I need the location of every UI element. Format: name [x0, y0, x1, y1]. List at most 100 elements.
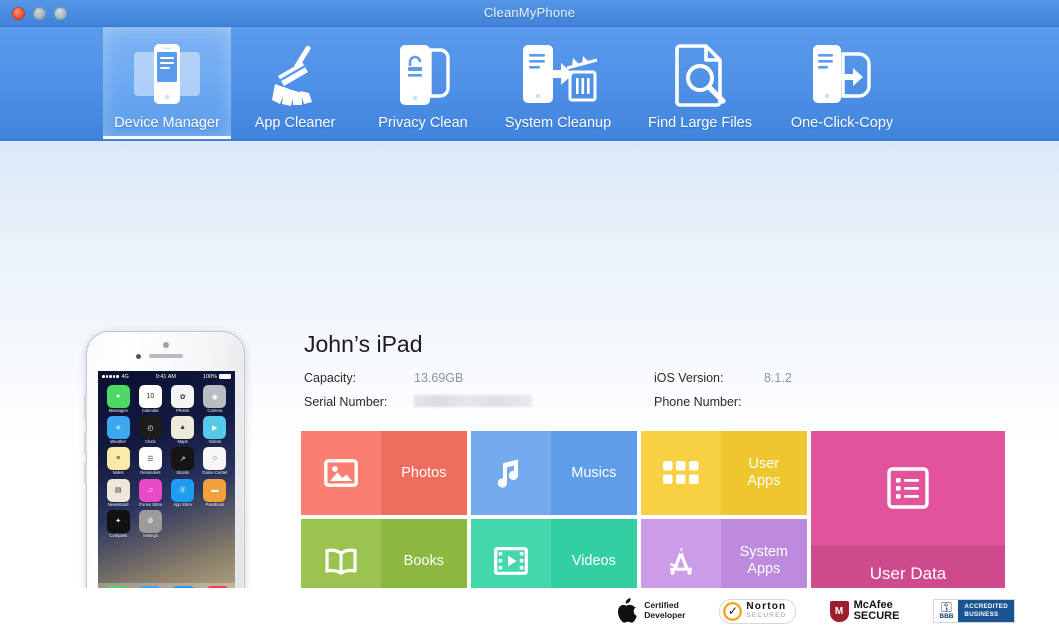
tile-musics[interactable]: Musics	[471, 431, 637, 515]
info-cell-serial-number: Serial Number:	[304, 395, 654, 409]
app-window: CleanMyPhone Device Manager App Cleaner …	[0, 0, 1059, 634]
two-phones-icon	[130, 35, 204, 115]
info-cell-capacity: Capacity: 13.69GB	[304, 371, 654, 385]
info-label: Capacity:	[304, 371, 357, 385]
ios-status-bar: 4G 9:41 AM 100%	[98, 371, 235, 382]
badge-bbb-accredited-business: ⚿ BBB ACCREDITED BUSINESS	[933, 598, 1015, 624]
battery-label: 100%	[202, 373, 217, 380]
info-label: iOS Version:	[654, 371, 724, 385]
tab-privacy-clean[interactable]: Privacy Clean	[359, 27, 487, 139]
badge-norton-secured: ✓ Norton SECURED	[719, 598, 796, 624]
home-app-icon: ↗ Stocks	[170, 447, 196, 475]
home-app-icon: ▤ Newsstand	[105, 478, 131, 507]
home-app-icon: ♫ iTunes Store	[137, 478, 163, 507]
home-app-icon: ☰ Reminders	[137, 447, 163, 475]
badge-text: Norton SECURED	[746, 602, 786, 619]
home-app-icon: ▲ Maps	[170, 416, 196, 444]
badge-line2: Developer	[644, 610, 686, 620]
home-app-icon: ▶ Videos	[202, 416, 228, 444]
window-title: CleanMyPhone	[483, 5, 576, 20]
app-grid-icon	[641, 431, 721, 515]
bbb-torch-icon: ⚿ BBB	[934, 599, 959, 623]
main-toolbar: Device Manager App Cleaner Privacy Clean…	[0, 27, 1059, 141]
info-label: Phone Number:	[654, 395, 742, 409]
badge-text: Certified Developer	[644, 600, 686, 621]
volume-up-button	[84, 432, 87, 454]
home-app-icon: ✦ Compass	[105, 509, 131, 538]
clock-label: 9:41 AM	[155, 373, 176, 380]
tab-label: System Cleanup	[504, 115, 612, 131]
content-area: 4G 9:41 AM 100% ● Messages 10 Calendar ✿ Phot…	[0, 141, 1059, 634]
home-app-icon: ◉ Camera	[202, 385, 228, 413]
home-app-icon: 10 Calendar	[137, 385, 163, 413]
tab-label: Privacy Clean	[378, 115, 468, 131]
volume-down-button	[84, 462, 87, 484]
tile-user-data[interactable]: User Data	[811, 431, 1005, 603]
badge-mcafee-secure: M McAfee SECURE	[829, 599, 900, 622]
info-cell-phone-number: Phone Number:	[654, 395, 1004, 409]
home-app-icon: ◴ Clock	[137, 416, 163, 444]
tile-label: Musics	[550, 431, 637, 515]
tab-find-large-files[interactable]: Find Large Files	[629, 27, 771, 139]
tab-label: Find Large Files	[648, 115, 752, 131]
tile-label: Photos	[380, 431, 467, 515]
image-icon	[301, 431, 381, 515]
tab-label: App Cleaner	[254, 115, 336, 131]
serial-number-redacted	[414, 395, 532, 407]
trust-badges: Certified Developer ✓ Norton SECURED M M…	[0, 588, 1059, 634]
tab-one-click-copy[interactable]: One-Click-Copy	[771, 27, 913, 139]
tab-app-cleaner[interactable]: App Cleaner	[231, 27, 359, 139]
device-screen: 4G 9:41 AM 100% ● Messages 10 Calendar ✿ Phot…	[98, 371, 235, 615]
badge-mark: BBB	[939, 613, 954, 621]
music-note-icon	[471, 431, 551, 515]
broom-icon	[258, 35, 332, 115]
signal-icon: 4G	[102, 374, 129, 380]
phone-trash-icon	[515, 35, 601, 115]
badge-text: ACCREDITED BUSINESS	[958, 599, 1014, 623]
phone-lock-icon	[386, 35, 460, 115]
tile-label: User Apps	[720, 431, 807, 515]
file-magnifier-icon	[663, 35, 737, 115]
list-icon	[811, 431, 1005, 545]
tab-system-cleanup[interactable]: System Cleanup	[487, 27, 629, 139]
info-row: Capacity: 13.69GB iOS Version: 8.1.2	[304, 371, 1004, 385]
tab-device-manager[interactable]: Device Manager	[103, 27, 231, 139]
home-app-icon: ✿ Photos	[170, 385, 196, 413]
home-app-icon: ○ Game Center	[202, 447, 228, 475]
device-name: John’s iPad	[304, 331, 423, 357]
carrier-label: 4G	[121, 373, 129, 380]
phone-transfer-icon	[805, 35, 879, 115]
device-info-table: Capacity: 13.69GB iOS Version: 8.1.2 Ser…	[304, 371, 1004, 419]
badge-line2: SECURE	[853, 610, 900, 622]
checkmark-icon: ✓	[723, 601, 743, 621]
home-app-icon: ⚙ Settings	[137, 509, 163, 538]
badge-line2: SECURED	[746, 611, 787, 619]
badge-text: McAfee SECURE	[853, 599, 900, 622]
badge-line2: BUSINESS	[964, 611, 999, 618]
tab-label: One-Click-Copy	[790, 115, 894, 131]
apple-logo-icon	[618, 598, 637, 623]
proximity-sensor-icon	[162, 342, 169, 348]
badge-apple-certified-developer: Certified Developer	[616, 598, 685, 624]
home-screen-app-grid: ● Messages 10 Calendar ✿ Photos ◉ Camera ☀ Weathe…	[98, 382, 235, 538]
tab-label: Device Manager	[114, 115, 220, 131]
category-tiles: Photos Musics User Apps Books Videos Sys…	[301, 431, 1005, 603]
info-cell-ios-version: iOS Version: 8.1.2	[654, 371, 1004, 385]
home-app-icon: ≡ Notes	[105, 447, 131, 475]
info-value: 13.69GB	[414, 371, 464, 385]
info-value: 8.1.2	[764, 371, 792, 385]
earpiece-speaker	[148, 354, 183, 358]
info-row: Serial Number: Phone Number:	[304, 395, 1004, 409]
battery-icon: 100%	[203, 374, 231, 380]
front-camera-icon	[135, 354, 141, 359]
title-bar: CleanMyPhone	[0, 0, 1059, 27]
home-app-icon: Ⓐ App Store	[170, 478, 196, 507]
tile-user-apps[interactable]: User Apps	[641, 431, 807, 515]
shield-icon: M	[829, 600, 849, 622]
info-label: Serial Number:	[304, 395, 388, 409]
home-app-icon: ☀ Weather	[105, 416, 131, 444]
badge-line1: ACCREDITED	[964, 602, 1008, 610]
home-app-icon: ▬ Passbook	[202, 478, 228, 507]
tile-photos[interactable]: Photos	[301, 431, 467, 515]
home-app-icon: ● Messages	[105, 385, 131, 413]
